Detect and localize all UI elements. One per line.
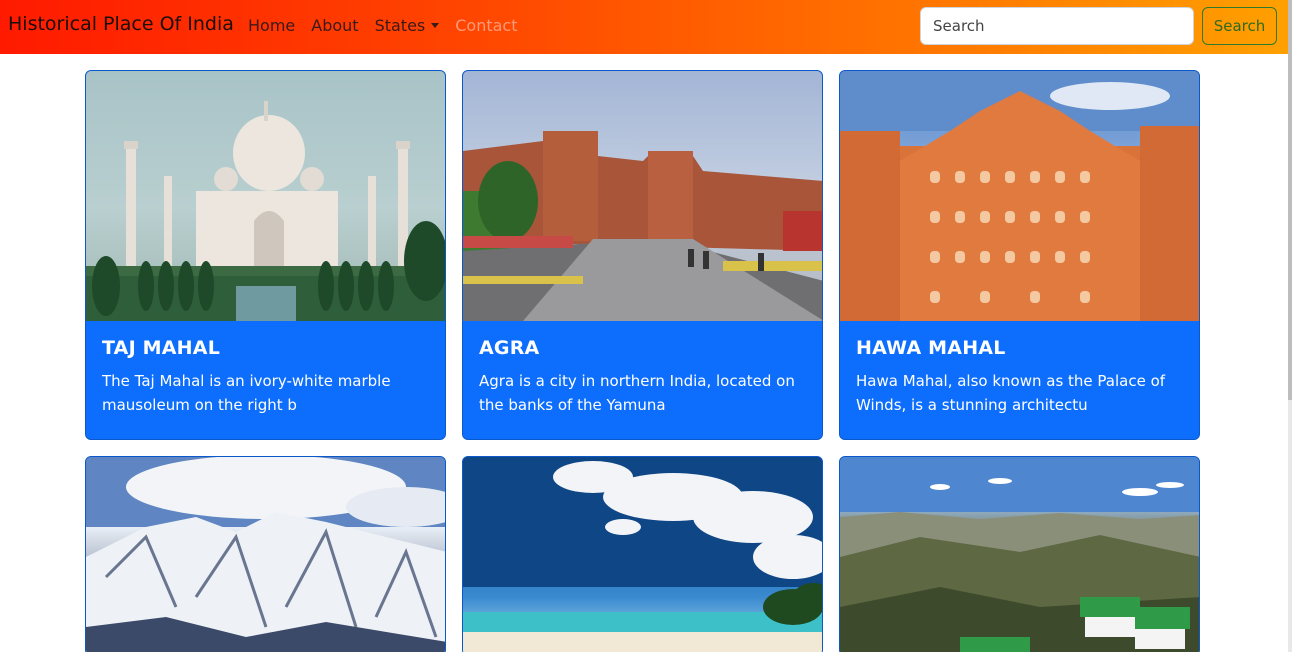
scrollbar-thumb[interactable]: [1288, 0, 1292, 400]
card-image-mountains: [86, 457, 445, 652]
card-text: Hawa Mahal, also known as the Palace of …: [856, 372, 1166, 414]
card-title: AGRA: [479, 337, 540, 359]
taj-mahal-image: [86, 101, 445, 321]
snow-mountain-image: [86, 457, 445, 652]
caret-down-icon: [431, 23, 440, 28]
card-mountains[interactable]: [85, 456, 446, 652]
card-image-hills: [840, 457, 1199, 652]
search-input[interactable]: [920, 7, 1194, 45]
nav-links: Home About States Contact: [248, 16, 534, 35]
card-image-taj-mahal: [86, 71, 445, 321]
nav-dropdown-states[interactable]: States: [375, 16, 440, 35]
card-body: HAWA MAHAL Hawa Mahal, also known as the…: [840, 321, 1199, 439]
brand-logo[interactable]: Historical Place Of India: [8, 13, 234, 35]
card-agra[interactable]: AGRA Agra is a city in northern India, l…: [462, 70, 823, 440]
card-image-hawa-mahal: [840, 71, 1199, 321]
card-body: AGRA Agra is a city in northern India, l…: [463, 321, 822, 439]
card-text: Agra is a city in northern India, locate…: [479, 372, 795, 414]
card-title: HAWA MAHAL: [856, 337, 1006, 359]
card-beach[interactable]: [462, 456, 823, 652]
card-text: The Taj Mahal is an ivory-white marble m…: [102, 372, 391, 414]
card-title: TAJ MAHAL: [102, 337, 220, 359]
agra-fort-image: [463, 131, 822, 321]
beach-image: [463, 457, 822, 652]
card-hills[interactable]: [839, 456, 1200, 652]
nav-dropdown-states-label: States: [374, 16, 426, 35]
page-scrollbar[interactable]: [1288, 0, 1292, 652]
card-taj-mahal[interactable]: TAJ MAHAL The Taj Mahal is an ivory-whit…: [85, 70, 446, 440]
nav-link-about[interactable]: About: [311, 16, 358, 35]
card-image-agra: [463, 71, 822, 321]
nav-link-contact: Contact: [455, 16, 518, 35]
nav-link-home[interactable]: Home: [248, 16, 295, 35]
navbar: Historical Place Of India Home About Sta…: [0, 0, 1288, 54]
search-button[interactable]: Search: [1202, 7, 1277, 45]
hill-station-image: [840, 457, 1199, 652]
hawa-mahal-image: [840, 71, 1199, 321]
card-body: TAJ MAHAL The Taj Mahal is an ivory-whit…: [86, 321, 445, 439]
card-image-beach: [463, 457, 822, 652]
card-hawa-mahal[interactable]: HAWA MAHAL Hawa Mahal, also known as the…: [839, 70, 1200, 440]
